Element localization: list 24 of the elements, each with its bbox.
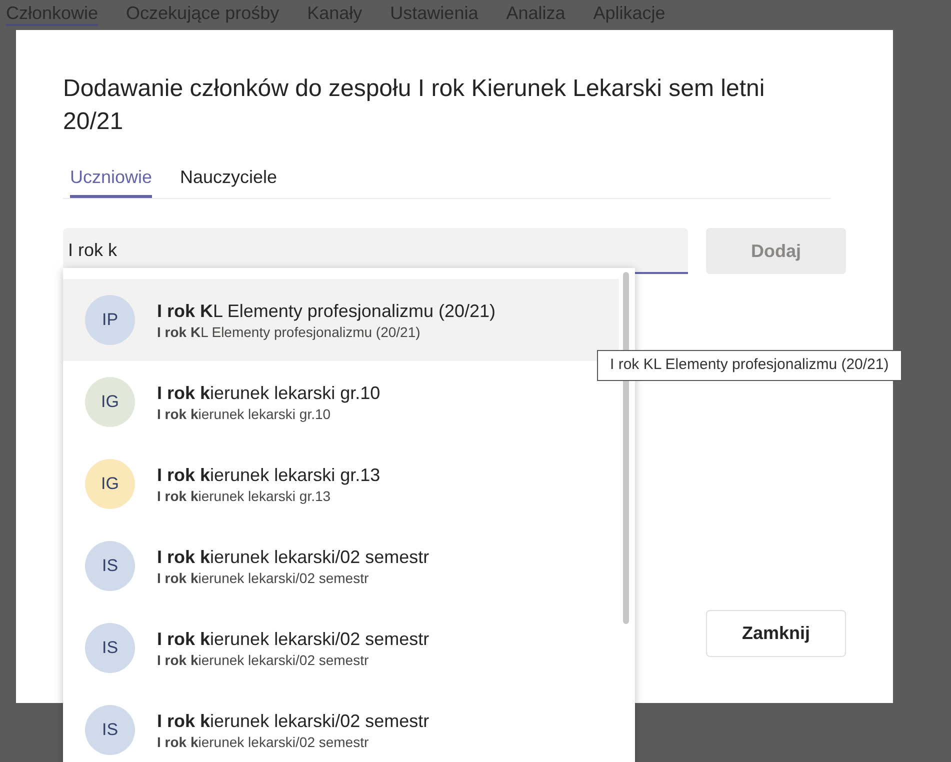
avatar: IG [85,459,135,509]
suggestion-subtitle: I rok kierunek lekarski/02 semestr [157,650,370,670]
suggestion-title: I rok KL Elementy profesjonalizmu (20/21) [157,300,496,322]
suggestion-title: I rok kierunek lekarski/02 semestr [157,546,430,568]
close-button[interactable]: Zamknij [706,610,846,657]
tab[interactable]: Nauczyciele [180,164,278,198]
suggestion-title: I rok kierunek lekarski/02 semestr [157,710,430,732]
avatar: IS [85,541,135,591]
tab[interactable]: Uczniowie [70,164,152,198]
suggestion-subtitle: I rok KL Elementy profesjonalizmu (20/21) [157,322,422,342]
avatar: IS [85,705,135,755]
tooltip: I rok KL Elementy profesjonalizmu (20/21) [597,350,902,380]
suggestion-item[interactable]: IP I rok KL Elementy profesjonalizmu (20/21) I rok KL Elementy profesjonalizmu (20/21) [63,279,619,361]
suggestion-subtitle: I rok kierunek lekarski/02 semestr [157,568,370,588]
dialog-title: Dodawanie członków do zespołu I rok Kierunek Lekarski sem letni 20/21 [63,74,766,137]
suggestion-subtitle: I rok kierunek lekarski gr.13 [157,486,332,506]
suggestion-subtitle: I rok kierunek lekarski/02 semestr [157,732,370,752]
suggestion-title: I rok kierunek lekarski gr.10 [157,382,380,404]
suggestion-title: I rok kierunek lekarski gr.13 [157,464,380,486]
suggestion-subtitle: I rok kierunek lekarski gr.10 [157,404,332,424]
avatar: IP [85,295,135,345]
avatar: IS [85,623,135,673]
avatar: IG [85,377,135,427]
suggestion-title: I rok kierunek lekarski/02 semestr [157,628,430,650]
